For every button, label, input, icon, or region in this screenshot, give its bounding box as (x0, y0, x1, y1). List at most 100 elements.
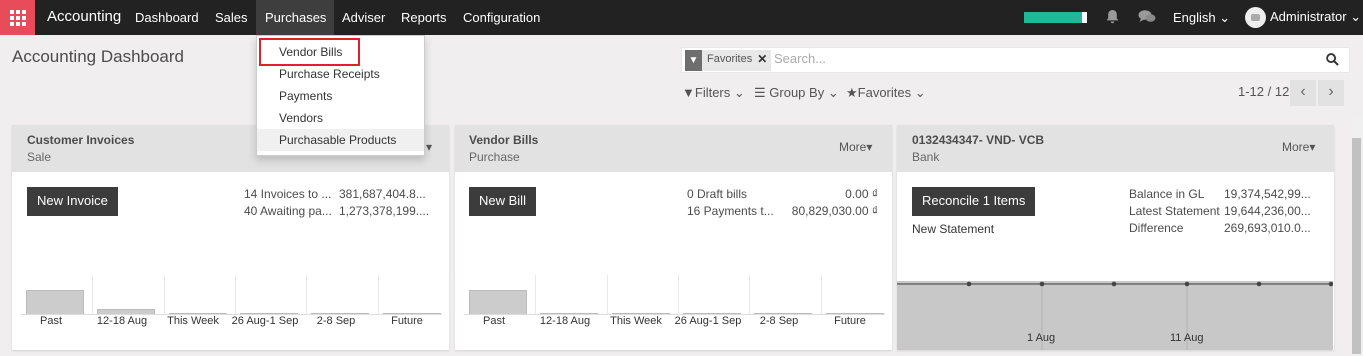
more-dropdown[interactable]: More▾ (1282, 140, 1315, 154)
menu-sales[interactable]: Sales (215, 10, 248, 25)
dropdown-item-payments[interactable]: Payments (257, 85, 424, 107)
bar-column (306, 275, 308, 315)
x-axis-label: 2-8 Sep (316, 315, 356, 327)
vendor-bills-card: Vendor Bills Purchase More▾ New Bill 0 D… (455, 125, 893, 350)
stat-value: 80,829,030.00 ₫ (791, 204, 878, 218)
pager-previous-button[interactable]: ‹ (1290, 80, 1316, 106)
filters-label: Filters (694, 85, 731, 100)
card-subtitle: Bank (912, 150, 940, 164)
chevron-down-icon: ⌄ (1219, 10, 1231, 25)
user-menu[interactable]: Administrator ⌄ (1270, 9, 1361, 25)
balance-line-chart (897, 281, 1334, 350)
user-name: Administrator (1270, 9, 1347, 24)
scrollbar-thumb[interactable] (1352, 138, 1361, 354)
new-invoice-button[interactable]: New Invoice (27, 187, 118, 216)
search-input[interactable] (774, 51, 1274, 66)
x-axis-label: 26 Aug-1 Sep (231, 315, 299, 327)
x-axis-label: Future (391, 315, 423, 327)
search-icon[interactable] (1326, 53, 1339, 66)
filter-icon: ▼ (685, 50, 702, 71)
bar-column (677, 275, 679, 315)
bar-column (163, 275, 165, 315)
stat-value: 1,273,378,199.... (339, 204, 430, 218)
bar-column (820, 275, 822, 315)
chart-bar[interactable] (26, 290, 84, 315)
bell-icon[interactable] (1105, 9, 1120, 25)
menu-purchases[interactable]: Purchases (265, 10, 326, 25)
favorites-label: Favorites (857, 85, 912, 100)
list-icon: ☰ (754, 85, 766, 100)
bar-column (606, 275, 608, 315)
facet-label: Favorites (707, 53, 753, 65)
new-statement-link[interactable]: New Statement (912, 222, 994, 236)
stat-label[interactable]: Latest Statement (1129, 204, 1223, 218)
menu-dashboard[interactable]: Dashboard (135, 10, 199, 25)
caret-down-icon: ▾ (426, 140, 433, 154)
language-label: English (1173, 10, 1216, 25)
reconcile-button[interactable]: Reconcile 1 Items (912, 187, 1036, 216)
bar-column (234, 275, 236, 315)
menu-reports[interactable]: Reports (401, 10, 447, 25)
chevron-down-icon: ⌄ (733, 85, 745, 100)
group-by-label: Group By (769, 85, 825, 100)
chart-bar[interactable] (469, 290, 527, 315)
card-title[interactable]: Customer Invoices (27, 133, 134, 147)
search-facet[interactable]: ▼ Favorites ✕ (685, 50, 772, 71)
bar-column (749, 275, 751, 315)
menu-adviser[interactable]: Adviser (342, 10, 385, 25)
stat-label[interactable]: 0 Draft bills (687, 187, 775, 201)
stat-value: 19,374,542,99... (1224, 187, 1311, 201)
favorites-dropdown[interactable]: ★Favorites ⌄ (846, 85, 926, 101)
aged-bar-chart[interactable] (21, 275, 450, 315)
stat-value: 0.00 ₫ (845, 187, 878, 201)
stat-label[interactable]: 40 Awaiting pa... (244, 204, 336, 218)
bar-column (535, 275, 537, 315)
apps-menu-icon[interactable] (0, 0, 35, 35)
more-label: More (839, 140, 867, 154)
avatar[interactable] (1245, 7, 1266, 28)
control-panel: Accounting Dashboard ▼ Favorites ✕ ▼Filt… (0, 35, 1363, 118)
stat-value: 19,644,236,00... (1224, 204, 1311, 218)
highlight-box (259, 38, 360, 66)
stat-label[interactable]: Difference (1129, 221, 1223, 235)
card-subtitle: Purchase (469, 150, 520, 164)
menu-configuration[interactable]: Configuration (463, 10, 540, 25)
x-axis-label: This Week (610, 315, 662, 327)
dropdown-item-purchase-receipts[interactable]: Purchase Receipts (257, 63, 424, 85)
bar-column (92, 275, 94, 315)
bar-column (891, 275, 893, 315)
search-bar[interactable]: ▼ Favorites ✕ (681, 47, 1350, 73)
card-title[interactable]: 0132434347- VND- VCB (912, 133, 1044, 147)
card-subtitle: Sale (27, 150, 52, 164)
card-title[interactable]: Vendor Bills (469, 133, 538, 147)
stat-label[interactable]: 14 Invoices to ... (244, 187, 336, 201)
pager-value: 1-12 / 12 (1238, 84, 1290, 99)
new-bill-button[interactable]: New Bill (469, 187, 536, 216)
x-axis-label: Past (482, 315, 505, 327)
x-axis-label: 11 Aug (1170, 332, 1204, 344)
pager-next-button[interactable]: › (1318, 80, 1344, 106)
bank-balance-graph[interactable]: 1 Aug 11 Aug (897, 281, 1334, 350)
dropdown-item-purchasable-products[interactable]: Purchasable Products (257, 129, 424, 151)
filters-dropdown[interactable]: ▼Filters ⌄ (682, 85, 745, 101)
stat-label[interactable]: Balance in GL (1129, 187, 1223, 201)
chat-icon[interactable] (1138, 9, 1156, 24)
more-dropdown[interactable]: ▾ (426, 140, 432, 154)
bar-column (377, 275, 379, 315)
planner-progress-bar[interactable] (1024, 12, 1087, 23)
camera-icon (1251, 14, 1260, 21)
language-selector[interactable]: English ⌄ (1173, 10, 1230, 26)
app-name[interactable]: Accounting (47, 8, 121, 25)
x-axis-label: Past (39, 315, 62, 327)
x-axis-label: This Week (167, 315, 219, 327)
card-header: 0132434347- VND- VCB Bank More▾ (897, 125, 1334, 172)
scrollbar[interactable] (1350, 118, 1363, 356)
close-icon[interactable]: ✕ (756, 50, 771, 71)
x-axis-label: 2-8 Sep (759, 315, 799, 327)
chevron-down-icon: ⌄ (827, 85, 839, 100)
group-by-dropdown[interactable]: ☰ Group By ⌄ (754, 85, 839, 101)
stat-label[interactable]: 16 Payments t... (687, 204, 775, 218)
dropdown-item-vendors[interactable]: Vendors (257, 107, 424, 129)
more-dropdown[interactable]: More▾ (839, 140, 872, 154)
aged-bar-chart[interactable] (464, 275, 893, 315)
